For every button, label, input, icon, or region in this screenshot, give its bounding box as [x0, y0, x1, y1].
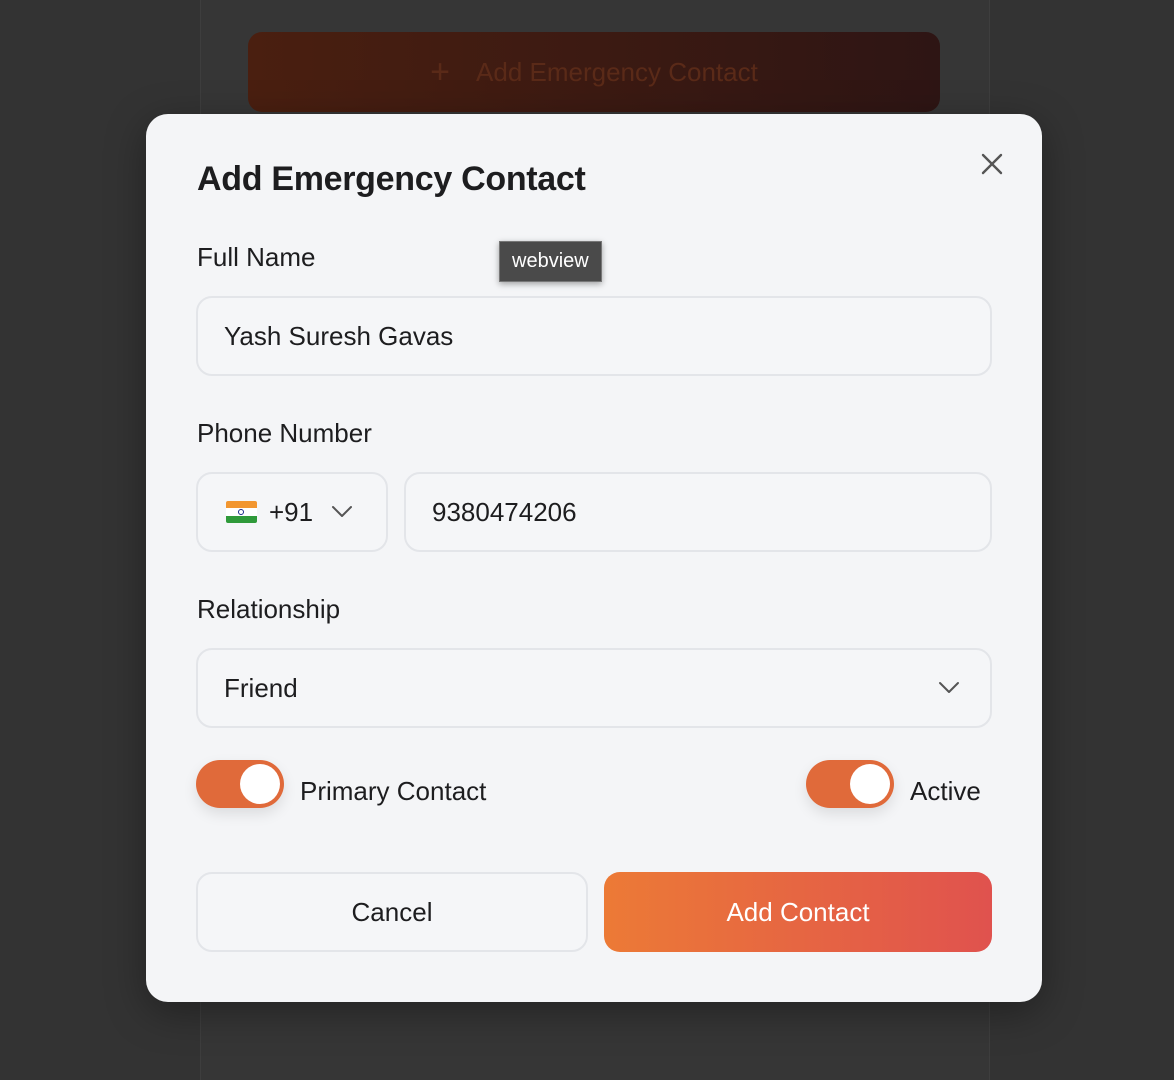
phone-number-value: 9380474206 — [432, 496, 577, 527]
india-flag-icon — [226, 501, 257, 523]
country-code-value: +91 — [269, 496, 314, 527]
toggle-knob — [850, 764, 890, 804]
relationship-select[interactable]: Friend — [196, 648, 992, 728]
active-label: Active — [910, 776, 981, 806]
relationship-value: Friend — [224, 672, 298, 703]
close-icon[interactable] — [978, 150, 1006, 178]
primary-contact-label: Primary Contact — [300, 776, 487, 806]
background-add-contact-label: Add Emergency Contact — [476, 56, 758, 87]
chevron-down-icon — [939, 682, 959, 693]
webview-tooltip: webview — [499, 241, 602, 282]
add-contact-dialog: Add Emergency Contact Full Name webview … — [146, 114, 1042, 1002]
primary-contact-toggle[interactable] — [196, 760, 284, 808]
background-add-contact-button: + Add Emergency Contact — [248, 32, 940, 112]
full-name-value: Yash Suresh Gavas — [224, 320, 454, 351]
full-name-label: Full Name — [197, 242, 316, 272]
cancel-button[interactable]: Cancel — [196, 872, 588, 952]
toggle-knob — [240, 764, 280, 804]
relationship-label: Relationship — [197, 594, 341, 624]
phone-number-label: Phone Number — [197, 418, 372, 448]
full-name-input[interactable]: Yash Suresh Gavas — [196, 296, 992, 376]
dialog-title: Add Emergency Contact — [197, 160, 586, 198]
add-contact-button[interactable]: Add Contact — [604, 872, 992, 952]
country-code-select[interactable]: +91 — [196, 472, 388, 552]
plus-icon: + — [430, 52, 451, 91]
active-toggle[interactable] — [806, 760, 894, 808]
chevron-down-icon — [332, 506, 353, 517]
phone-number-input[interactable]: 9380474206 — [404, 472, 992, 552]
